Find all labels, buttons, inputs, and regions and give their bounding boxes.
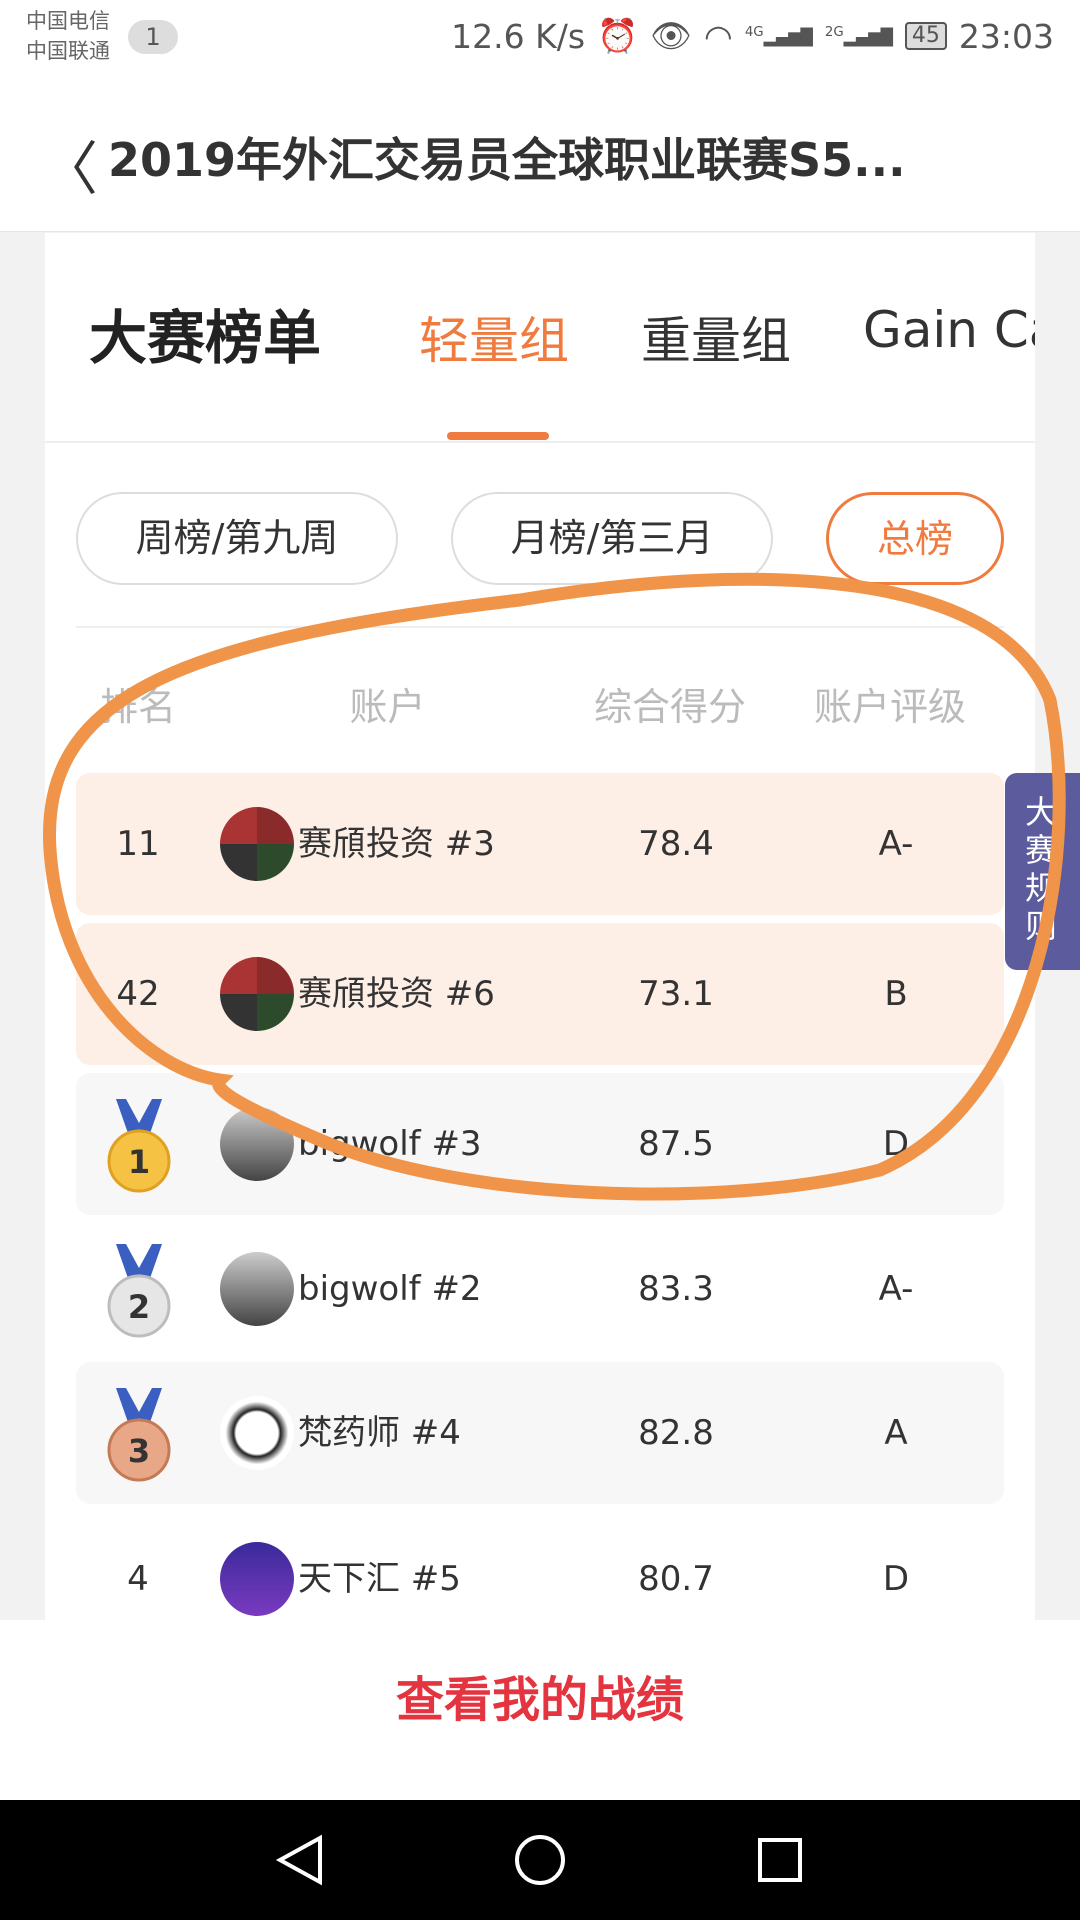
bottom-bar: 查看我的战绩: [0, 1620, 1080, 1800]
system-nav-bar: [0, 1800, 1080, 1920]
view-my-results-button[interactable]: 查看我的战绩: [0, 1620, 1080, 1800]
hand-drawn-annotation-circle: [42, 572, 1066, 1201]
back-nav-icon[interactable]: [270, 1830, 330, 1890]
recents-nav-icon[interactable]: [750, 1830, 810, 1890]
home-nav-icon[interactable]: [510, 1830, 570, 1890]
